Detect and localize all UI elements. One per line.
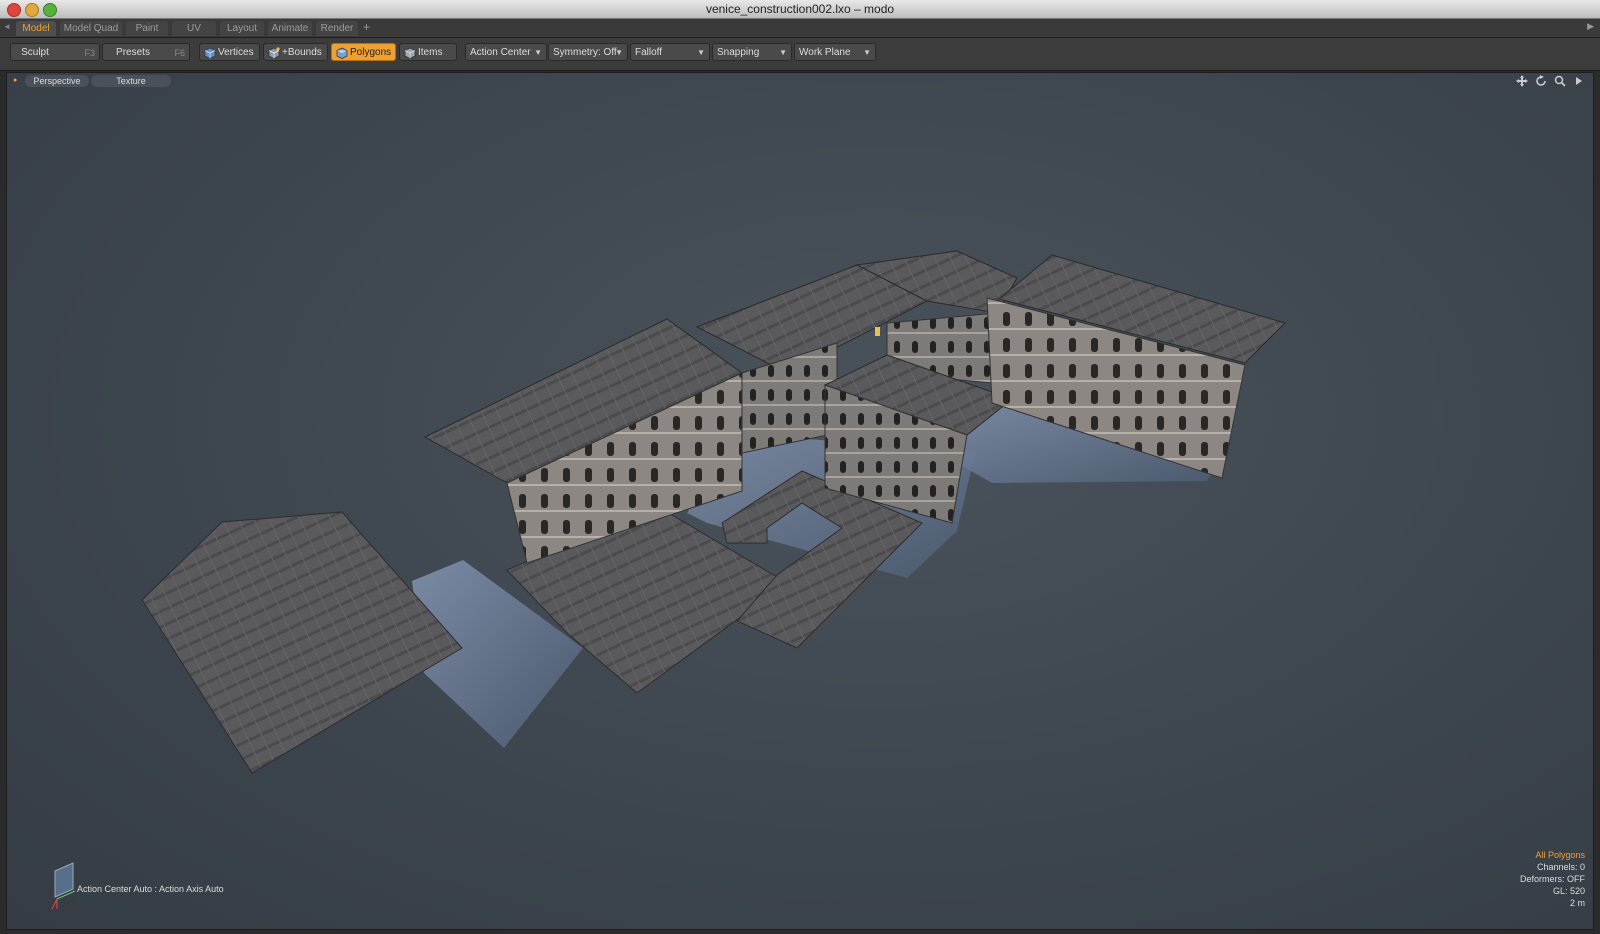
bounds-mode-button[interactable]: +Bounds	[263, 43, 328, 61]
action-center-status: Action Center Auto : Action Axis Auto	[77, 884, 224, 894]
tab-animate[interactable]: Animate	[268, 21, 312, 36]
sculpt-shortcut: F3	[84, 48, 95, 58]
tab-uv[interactable]: UV	[172, 21, 216, 36]
polygons-label: Polygons	[350, 47, 392, 58]
gl-readout: GL: 520	[1552, 886, 1585, 896]
3d-viewport[interactable]: ● Perspective Texture Action Center Auto…	[6, 72, 1594, 930]
tab-scroll-right-icon[interactable]: ▶	[1587, 21, 1594, 32]
tab-model[interactable]: Model	[16, 21, 56, 36]
viewport-menu-dot-icon[interactable]: ●	[13, 77, 17, 84]
add-tab-button[interactable]: +	[363, 20, 370, 34]
view-type-selector[interactable]: Perspective	[25, 75, 89, 87]
move-view-icon[interactable]	[1515, 75, 1528, 87]
items-mode-button[interactable]: Items	[399, 43, 457, 61]
polygons-icon	[336, 47, 348, 59]
viewport-stats: All Polygons Channels: 0 Deformers: OFF …	[1520, 849, 1585, 909]
symmetry-dropdown[interactable]: Symmetry: Off ▼	[548, 43, 628, 61]
bounds-label: +Bounds	[282, 47, 322, 58]
tab-paint[interactable]: Paint	[126, 21, 168, 36]
tab-layout[interactable]: Layout	[220, 21, 264, 36]
snapping-dropdown[interactable]: Snapping ▼	[712, 43, 792, 61]
polygons-mode-button[interactable]: Polygons	[331, 43, 396, 61]
bounds-icon	[268, 47, 280, 59]
rotate-view-icon[interactable]	[1535, 75, 1547, 87]
channels-readout: Channels: 0	[1536, 862, 1585, 872]
action-center-dropdown[interactable]: Action Center ▼	[465, 43, 547, 61]
chevron-down-icon: ▼	[534, 48, 542, 57]
selection-mode-readout: All Polygons	[1535, 850, 1585, 860]
presets-button[interactable]: Presets F6	[102, 43, 190, 61]
items-label: Items	[418, 47, 443, 58]
chevron-down-icon: ▼	[863, 48, 871, 57]
chevron-down-icon: ▼	[779, 48, 787, 57]
work-plane-dropdown[interactable]: Work Plane ▼	[794, 43, 876, 61]
viewport-menu-icon[interactable]	[1573, 75, 1585, 87]
selection-marker	[875, 327, 880, 336]
shading-mode-selector[interactable]: Texture	[91, 75, 171, 87]
presets-shortcut: F6	[174, 48, 185, 58]
chevron-down-icon: ▼	[697, 48, 705, 57]
scene-render	[141, 250, 1286, 774]
presets-label: Presets	[116, 47, 150, 58]
viewport-header: ● Perspective Texture	[7, 73, 1593, 89]
deformers-readout: Deformers: OFF	[1519, 874, 1585, 884]
zoom-view-icon[interactable]	[1554, 75, 1566, 87]
tab-render[interactable]: Render	[316, 21, 358, 36]
viewport-nav-icons	[1512, 75, 1585, 87]
tab-menu-arrow-icon[interactable]: ◄	[3, 22, 11, 31]
window-title-bar: venice_construction002.lxo – modo	[0, 0, 1600, 19]
layout-tab-bar: ◄ Model Model Quad Paint UV Layout Anima…	[0, 19, 1600, 38]
chevron-down-icon: ▼	[615, 48, 623, 57]
grid-scale-readout: 2 m	[1569, 898, 1585, 908]
falloff-dropdown[interactable]: Falloff ▼	[630, 43, 710, 61]
roof-left	[141, 511, 463, 774]
sculpt-button[interactable]: Sculpt F3	[10, 43, 100, 61]
items-icon	[404, 47, 416, 59]
vertices-label: Vertices	[218, 47, 254, 58]
tab-model-quad[interactable]: Model Quad	[60, 21, 122, 36]
building-back-facade	[741, 342, 838, 454]
window-title: venice_construction002.lxo – modo	[705, 2, 895, 16]
main-toolbar: Sculpt F3 Presets F6 Vertices +Bounds Po…	[0, 38, 1600, 71]
vertices-icon	[204, 47, 216, 59]
sculpt-label: Sculpt	[21, 47, 49, 58]
vertices-mode-button[interactable]: Vertices	[199, 43, 260, 61]
